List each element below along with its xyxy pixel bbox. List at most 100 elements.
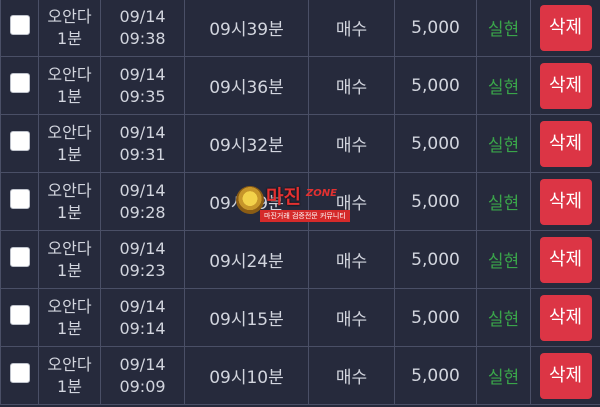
- product-name: 오안다: [47, 238, 92, 258]
- order-date: 09/14: [119, 6, 166, 26]
- action-cell: 삭제: [530, 230, 600, 289]
- datetime-cell: 09/14 09:28: [100, 172, 185, 231]
- product-name: 오안다: [47, 6, 92, 26]
- product-cell: 오안다 1분: [38, 346, 101, 405]
- delete-button[interactable]: 삭제: [539, 62, 592, 109]
- select-cell: [0, 56, 39, 115]
- datetime-cell: 09/14 09:14: [100, 288, 185, 347]
- select-cell: [0, 230, 39, 289]
- select-cell: [0, 114, 39, 173]
- delete-button[interactable]: 삭제: [539, 236, 592, 283]
- delete-button[interactable]: 삭제: [539, 4, 592, 51]
- datetime-cell: 09/14 09:09: [100, 346, 185, 405]
- order-time: 09:38: [119, 28, 166, 48]
- order-date: 09/14: [119, 180, 166, 200]
- product-cell: 오안다 1분: [38, 56, 101, 115]
- position-cell: 매수: [308, 230, 395, 289]
- status-cell: 실현: [476, 172, 531, 231]
- order-date: 09/14: [119, 238, 166, 258]
- round-cell: 09시24분: [184, 230, 309, 289]
- amount-cell: 5,000: [394, 172, 477, 231]
- product-interval: 1분: [57, 202, 82, 222]
- select-cell: [0, 346, 39, 405]
- position-cell: 매수: [308, 288, 395, 347]
- amount-cell: 5,000: [394, 114, 477, 173]
- table-row: 오안다 1분 09/14 09:28 09시29분 매수 5,000 실현 삭제: [0, 172, 600, 231]
- order-time: 09:28: [119, 202, 166, 222]
- delete-button[interactable]: 삭제: [539, 352, 592, 399]
- position-cell: 매수: [308, 346, 395, 405]
- product-name: 오안다: [47, 354, 92, 374]
- delete-button[interactable]: 삭제: [539, 120, 592, 167]
- product-interval: 1분: [57, 376, 82, 396]
- row-checkbox[interactable]: [9, 73, 30, 93]
- round-cell: 09시29분: [184, 172, 309, 231]
- table-row: 오안다 1분 09/14 09:31 09시32분 매수 5,000 실현 삭제: [0, 114, 600, 173]
- position-cell: 매수: [308, 56, 395, 115]
- status-cell: 실현: [476, 56, 531, 115]
- amount-cell: 5,000: [394, 346, 477, 405]
- product-cell: 오안다 1분: [38, 288, 101, 347]
- amount-cell: 5,000: [394, 288, 477, 347]
- order-date: 09/14: [119, 122, 166, 142]
- row-checkbox[interactable]: [9, 189, 30, 209]
- action-cell: 삭제: [530, 56, 600, 115]
- round-cell: 09시39분: [184, 0, 309, 57]
- product-interval: 1분: [57, 318, 82, 338]
- action-cell: 삭제: [530, 288, 600, 347]
- delete-button[interactable]: 삭제: [539, 294, 592, 341]
- status-cell: 실현: [476, 114, 531, 173]
- order-time: 09:31: [119, 144, 166, 164]
- table-row: 오안다 1분 09/14 09:09 09시10분 매수 5,000 실현 삭제: [0, 346, 600, 405]
- order-time: 09:14: [119, 318, 166, 338]
- position-cell: 매수: [308, 172, 395, 231]
- order-time: 09:09: [119, 376, 166, 396]
- action-cell: 삭제: [530, 172, 600, 231]
- position-cell: 매수: [308, 0, 395, 57]
- status-cell: 실현: [476, 346, 531, 405]
- round-cell: 09시36분: [184, 56, 309, 115]
- product-cell: 오안다 1분: [38, 230, 101, 289]
- action-cell: 삭제: [530, 0, 600, 57]
- amount-cell: 5,000: [394, 56, 477, 115]
- order-date: 09/14: [119, 354, 166, 374]
- status-cell: 실현: [476, 288, 531, 347]
- order-date: 09/14: [119, 64, 166, 84]
- product-name: 오안다: [47, 296, 92, 316]
- row-checkbox[interactable]: [9, 131, 30, 151]
- order-time: 09:23: [119, 260, 166, 280]
- datetime-cell: 09/14 09:35: [100, 56, 185, 115]
- table-row: 오안다 1분 09/14 09:38 09시39분 매수 5,000 실현 삭제: [0, 0, 600, 57]
- action-cell: 삭제: [530, 114, 600, 173]
- product-cell: 오안다 1분: [38, 172, 101, 231]
- row-checkbox[interactable]: [9, 363, 30, 383]
- table-body: 오안다 1분 09/14 09:38 09시39분 매수 5,000 실현 삭제 오안다 1분 09/…: [0, 0, 600, 405]
- round-cell: 09시10분: [184, 346, 309, 405]
- select-cell: [0, 172, 39, 231]
- select-cell: [0, 0, 39, 57]
- datetime-cell: 09/14 09:38: [100, 0, 185, 57]
- product-name: 오안다: [47, 122, 92, 142]
- round-cell: 09시15분: [184, 288, 309, 347]
- order-date: 09/14: [119, 296, 166, 316]
- datetime-cell: 09/14 09:23: [100, 230, 185, 289]
- product-cell: 오안다 1분: [38, 114, 101, 173]
- row-checkbox[interactable]: [9, 247, 30, 267]
- action-cell: 삭제: [530, 346, 600, 405]
- delete-button[interactable]: 삭제: [539, 178, 592, 225]
- product-interval: 1분: [57, 28, 82, 48]
- position-cell: 매수: [308, 114, 395, 173]
- round-cell: 09시32분: [184, 114, 309, 173]
- row-checkbox[interactable]: [9, 15, 30, 35]
- status-cell: 실현: [476, 0, 531, 57]
- row-checkbox[interactable]: [9, 305, 30, 325]
- table-row: 오안다 1분 09/14 09:14 09시15분 매수 5,000 실현 삭제: [0, 288, 600, 347]
- product-name: 오안다: [47, 64, 92, 84]
- table-row: 오안다 1분 09/14 09:35 09시36분 매수 5,000 실현 삭제: [0, 56, 600, 115]
- amount-cell: 5,000: [394, 230, 477, 289]
- datetime-cell: 09/14 09:31: [100, 114, 185, 173]
- bet-history-table: 오안다 1분 09/14 09:38 09시39분 매수 5,000 실현 삭제 오안다 1분 09/…: [0, 0, 600, 405]
- select-cell: [0, 288, 39, 347]
- status-cell: 실현: [476, 230, 531, 289]
- table-row: 오안다 1분 09/14 09:23 09시24분 매수 5,000 실현 삭제: [0, 230, 600, 289]
